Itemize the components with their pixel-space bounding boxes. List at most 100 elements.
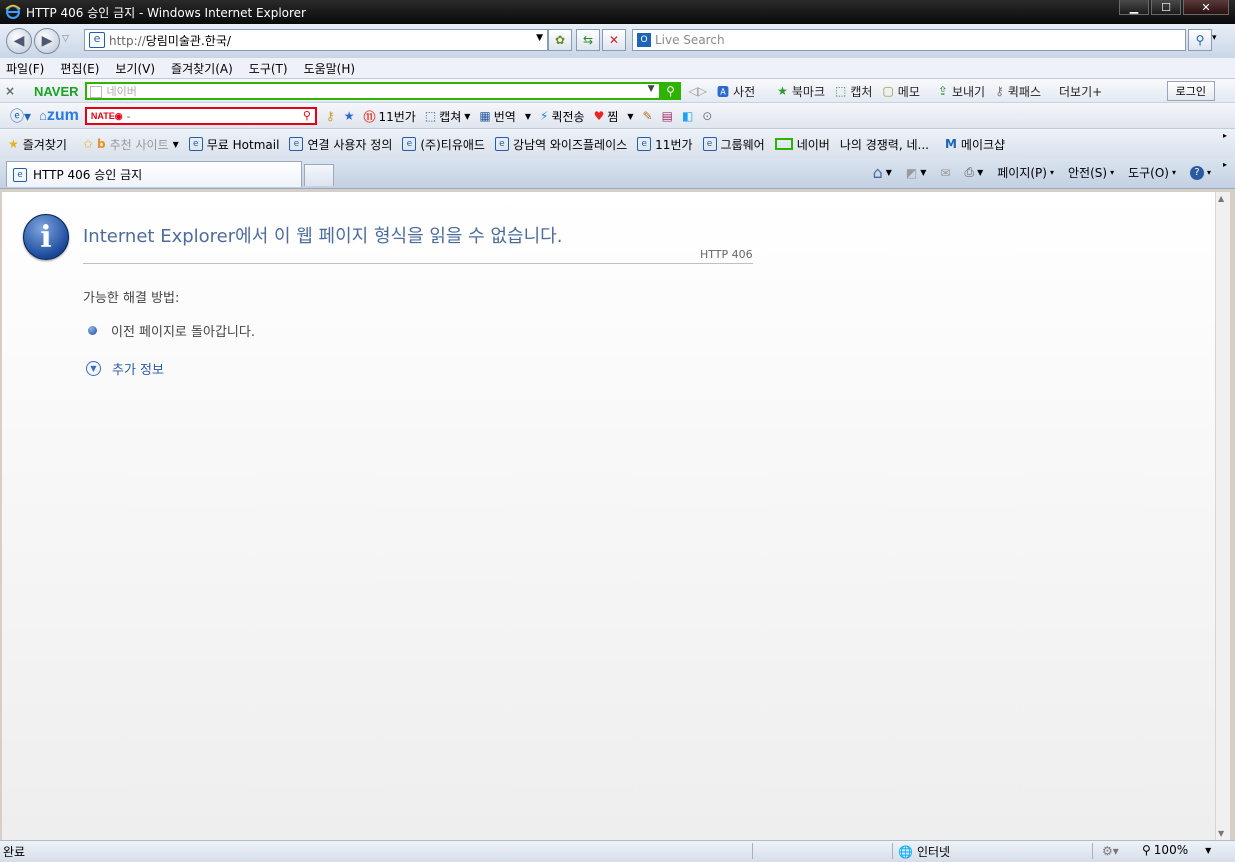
help-icon: ? (1189, 165, 1204, 180)
feeds-button[interactable]: ◩ ▼ (906, 166, 927, 180)
refresh-icon: ⇆ (582, 33, 594, 47)
fav-tuad[interactable]: e (주)티유애드 (402, 136, 485, 153)
zum-quick-send[interactable]: ⚡ 퀵전송 (540, 108, 585, 125)
zum-translate[interactable]: ▦ 번역 ▼ (479, 108, 531, 125)
twitter-icon[interactable]: ◧ (682, 109, 693, 123)
more-info-link[interactable]: 추가 정보 (112, 359, 164, 378)
address-dropdown-icon[interactable]: ▼ (536, 33, 543, 43)
home-button[interactable]: ⌂ ▼ (873, 163, 892, 182)
fav-suggested-sites[interactable]: b 추천 사이트 ▼ (97, 136, 179, 153)
security-zone[interactable]: 🌐 인터넷 (898, 843, 950, 860)
favorites-overflow-icon[interactable]: ▸ (1223, 131, 1227, 140)
status-divider (892, 843, 893, 859)
commandbar-overflow-icon[interactable]: ▸ (1223, 160, 1227, 169)
fav-11st[interactable]: e 11번가 (637, 136, 693, 153)
bullet-icon (88, 326, 97, 335)
zoom-control[interactable]: ⚲ 100% ▼ (1142, 843, 1211, 857)
help-button[interactable]: ? ▾ (1189, 165, 1211, 180)
close-button[interactable]: ✕ (1183, 0, 1229, 15)
protected-mode-icon[interactable]: ⚙▾ (1102, 844, 1119, 858)
stop-button[interactable]: ✕ (602, 29, 626, 51)
scroll-down-icon[interactable]: ▼ (1218, 829, 1224, 838)
naver-dictionary[interactable]: 🅰 사전 (717, 83, 755, 100)
live-search-input[interactable]: O Live Search (632, 29, 1186, 51)
fav-makeshop[interactable]: M 메이크샵 (945, 136, 1005, 153)
favorite-star-icon[interactable]: ★ (344, 109, 355, 123)
fav-customize-links[interactable]: e 연결 사용자 정의 (289, 136, 392, 153)
compat-view-button[interactable]: ✿ (548, 29, 572, 51)
nate-search-input[interactable]: NATE◉ - ⚲ (84, 107, 317, 125)
address-bar[interactable]: e http://당림미술관.한국/ ▼ (84, 29, 548, 51)
more-info-toggle[interactable]: ▼ 추가 정보 (86, 359, 164, 378)
nate-search-icon[interactable]: ⚲ (303, 109, 311, 122)
menu-edit[interactable]: 편집(E) (60, 60, 99, 77)
fav-gangnam[interactable]: e 강남역 와이즈플레이스 (494, 136, 627, 153)
naver-quickpass[interactable]: ⚷ 퀵패스 (995, 83, 1041, 100)
naver-memo-label: 메모 (897, 84, 920, 99)
zum-logo[interactable]: ⌂zum (39, 107, 79, 125)
naver-toolbar: × NAVER 네이버 ▼ ⚲ ◁▷ 🅰 사전 ★ 북마크 ⬚ 캡처 ▢ 메모 ⇪ 보내기… (0, 78, 1235, 103)
more-circle-icon[interactable]: ⊙ (702, 109, 712, 123)
naver-logo[interactable]: NAVER (34, 84, 79, 99)
fav-naver[interactable]: 네이버 (774, 136, 830, 153)
menu-file[interactable]: 파일(F) (6, 60, 44, 77)
zum-capture[interactable]: ⬚ 캡쳐 ▼ (425, 108, 471, 125)
key-icon[interactable]: ⚷ (326, 109, 335, 123)
back-button[interactable]: ◀ (6, 28, 32, 54)
chevron-down-icon: ▾ (1049, 168, 1054, 177)
naver-capture[interactable]: ⬚ 캡처 (835, 83, 872, 100)
page-menu[interactable]: 페이지(P) ▾ (997, 164, 1054, 181)
ie-logo-icon (5, 4, 21, 20)
naver-more[interactable]: 더보기+ (1059, 83, 1102, 100)
menu-favorites[interactable]: 즐겨찾기(A) (171, 60, 233, 77)
mail-button[interactable]: ✉ (940, 166, 950, 180)
toolbar-close-icon[interactable]: × (0, 84, 20, 98)
fav-naver-label: 네이버 (796, 137, 830, 152)
minimize-button[interactable]: ▁ (1119, 0, 1149, 15)
chevron-down-icon: ▾ (1110, 168, 1115, 177)
menu-view[interactable]: 보기(V) (115, 60, 155, 77)
new-tab-button[interactable] (304, 164, 334, 186)
favorites-button[interactable]: ★ 즐겨찾기 (8, 136, 67, 153)
chevron-down-icon: ▼ (524, 111, 532, 121)
menu-tools[interactable]: 도구(T) (249, 60, 288, 77)
zum-wishlist[interactable]: ♥ 찜 ▼ (594, 108, 634, 125)
search-button[interactable]: ⚲ (1188, 29, 1212, 51)
naver-send[interactable]: ⇪ 보내기 (938, 83, 985, 100)
scroll-up-icon[interactable]: ▲ (1218, 194, 1224, 203)
safety-menu[interactable]: 안전(S) ▾ (1068, 164, 1114, 181)
fav-groupware[interactable]: e 그룹웨어 (702, 136, 765, 153)
search-options-icon[interactable]: ▾ (1212, 33, 1217, 43)
go-back-text: 이전 페이지로 돌아갑니다. (111, 325, 255, 340)
maximize-button[interactable]: ☐ (1151, 0, 1181, 15)
tab-row: e HTTP 406 승인 금지 ⌂ ▼ ◩ ▼ ✉ ⎙ ▼ 페이지(P) ▾ 안전(S… (0, 158, 1235, 189)
tools-menu[interactable]: 도구(O) ▾ (1128, 164, 1176, 181)
zum-11st[interactable]: ⑪ 11번가 (363, 108, 415, 125)
tab-http-406[interactable]: e HTTP 406 승인 금지 (6, 161, 302, 187)
broom-icon[interactable]: ✎ (643, 109, 653, 123)
naver-quickpass-label: 퀵패스 (1007, 84, 1041, 99)
naver-memo[interactable]: ▢ 메모 (882, 83, 919, 100)
naver-search-placeholder: 네이버 (106, 85, 137, 98)
dictionary-icon: 🅰 (717, 84, 730, 99)
forward-button[interactable]: ▶ (34, 28, 60, 54)
error-page: i Internet Explorer에서 이 웹 페이지 형식을 읽을 수 없… (2, 192, 1215, 840)
fav-hotmail[interactable]: e 무료 Hotmail (188, 136, 279, 153)
info-icon: i (23, 214, 69, 260)
print-button[interactable]: ⎙ ▼ (964, 165, 983, 180)
naver-search-input[interactable]: 네이버 ▼ (84, 82, 661, 100)
naver-checkbox-icon[interactable] (89, 86, 102, 98)
naver-dropdown-icon[interactable]: ▼ (648, 84, 655, 94)
refresh-button[interactable]: ⇆ (576, 29, 600, 51)
vertical-scrollbar[interactable]: ▲ ▼ (1215, 192, 1230, 840)
naver-bookmark[interactable]: ★ 북마크 (777, 83, 825, 100)
ie-menu-icon[interactable]: ⓔ▾ (10, 106, 31, 126)
fav-competitiveness[interactable]: 나의 경쟁력, 네... (840, 136, 929, 153)
book-icon[interactable]: ▤ (662, 109, 673, 123)
history-dropdown-icon[interactable]: ▽ (62, 34, 69, 44)
status-bar: 완료 🌐 인터넷 ⚙▾ ⚲ 100% ▼ (0, 840, 1235, 862)
menu-help[interactable]: 도움말(H) (304, 60, 356, 77)
naver-search-button[interactable]: ⚲ (660, 82, 681, 100)
login-button[interactable]: 로그인 (1166, 81, 1215, 101)
add-favorite-icon[interactable]: ✩ (83, 137, 93, 151)
